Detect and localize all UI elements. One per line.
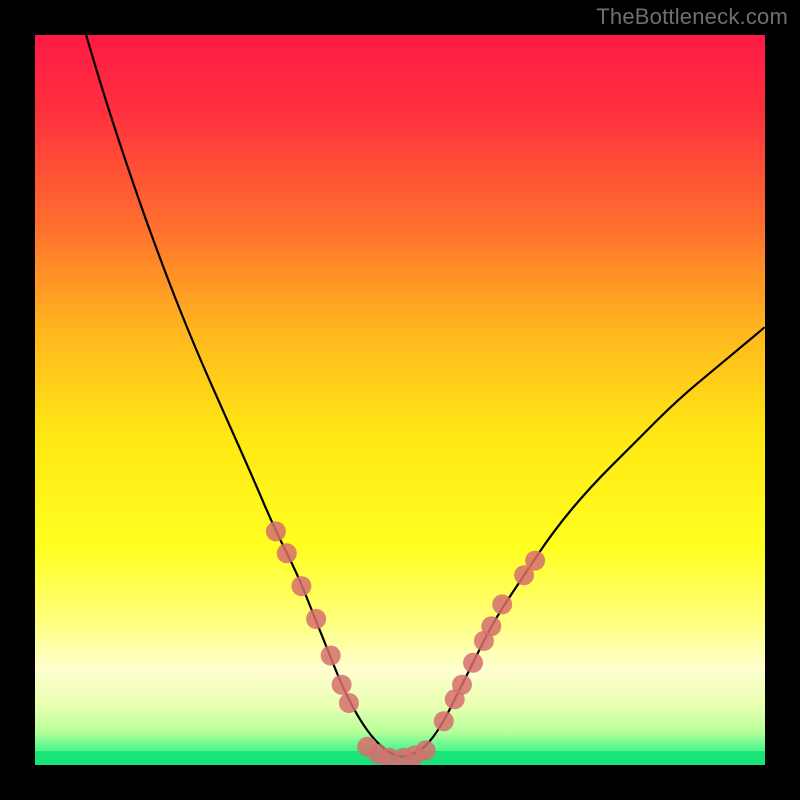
curve-marker — [525, 551, 545, 571]
curve-marker — [291, 576, 311, 596]
bottleneck-curve — [86, 35, 765, 756]
curve-marker — [332, 675, 352, 695]
curve-marker — [463, 653, 483, 673]
watermark-text: TheBottleneck.com — [596, 4, 788, 30]
curve-marker — [306, 609, 326, 629]
curve-marker — [339, 693, 359, 713]
curve-marker — [277, 543, 297, 563]
curve-marker — [452, 675, 472, 695]
chart-svg — [35, 35, 765, 765]
curve-marker — [434, 711, 454, 731]
curve-marker — [321, 646, 341, 666]
curve-marker — [492, 594, 512, 614]
curve-marker — [481, 616, 501, 636]
curve-markers — [266, 521, 545, 765]
curve-marker — [416, 740, 436, 760]
curve-marker — [266, 521, 286, 541]
plot-area — [35, 35, 765, 765]
chart-frame: TheBottleneck.com — [0, 0, 800, 800]
